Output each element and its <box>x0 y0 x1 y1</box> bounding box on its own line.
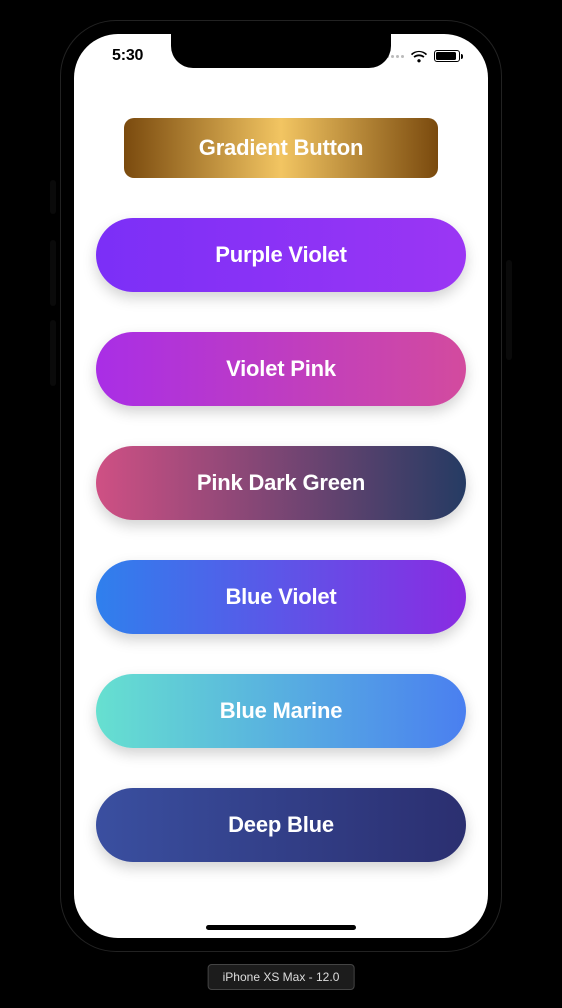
button-label: Blue Violet <box>225 584 336 610</box>
status-right <box>386 50 464 63</box>
wifi-icon <box>410 50 428 63</box>
button-label: Violet Pink <box>226 356 336 382</box>
content: Gradient Button Purple Violet Violet Pink P… <box>74 94 488 938</box>
gradient-button-gradient-button[interactable]: Gradient Button <box>124 118 438 178</box>
device-label: iPhone XS Max - 12.0 <box>208 964 355 990</box>
battery-icon <box>434 50 460 62</box>
power-button <box>506 260 512 360</box>
gradient-button-blue-marine[interactable]: Blue Marine <box>96 674 466 748</box>
gradient-button-purple-violet[interactable]: Purple Violet <box>96 218 466 292</box>
gradient-button-deep-blue[interactable]: Deep Blue <box>96 788 466 862</box>
button-label: Deep Blue <box>228 812 334 838</box>
volume-up-button <box>50 240 56 306</box>
mute-switch <box>50 180 56 214</box>
notch <box>171 34 391 68</box>
volume-down-button <box>50 320 56 386</box>
gradient-button-blue-violet[interactable]: Blue Violet <box>96 560 466 634</box>
button-label: Pink Dark Green <box>197 470 365 496</box>
phone-frame: 5:30 Gradient Button Purple Violet Violet … <box>60 20 502 952</box>
button-label: Purple Violet <box>215 242 346 268</box>
gradient-button-pink-dark-green[interactable]: Pink Dark Green <box>96 446 466 520</box>
gradient-button-violet-pink[interactable]: Violet Pink <box>96 332 466 406</box>
status-time: 5:30 <box>98 47 143 65</box>
button-label: Blue Marine <box>220 698 343 724</box>
screen: 5:30 Gradient Button Purple Violet Violet … <box>74 34 488 938</box>
home-indicator[interactable] <box>206 925 356 930</box>
button-label: Gradient Button <box>199 135 363 161</box>
